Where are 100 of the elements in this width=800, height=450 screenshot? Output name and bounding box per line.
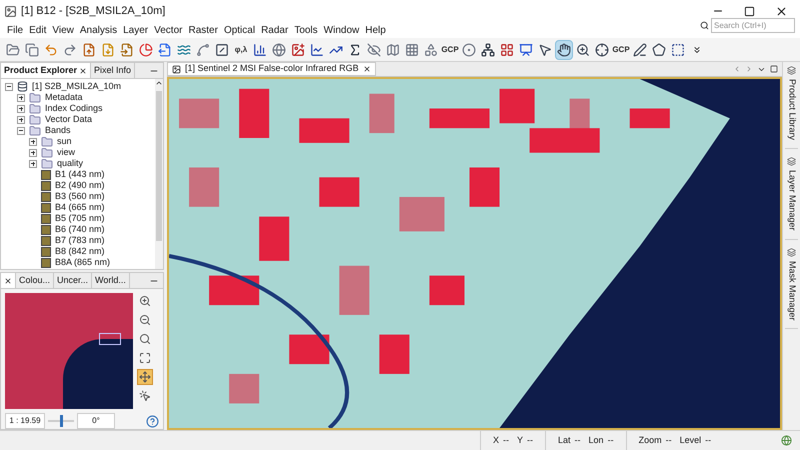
tree-item[interactable]: B2 (490 nm) <box>55 181 105 190</box>
sigma-icon <box>348 42 362 56</box>
scrollbar[interactable] <box>155 79 163 269</box>
tree-item[interactable]: Bands <box>45 126 71 135</box>
navigation-button[interactable] <box>137 350 153 366</box>
map-icon <box>386 42 400 56</box>
close-icon[interactable] <box>4 276 12 284</box>
menu-item[interactable]: Radar <box>258 22 292 38</box>
menu-item[interactable]: Tools <box>291 22 321 38</box>
tab-label: World... <box>95 274 126 287</box>
side-tab[interactable]: Mask Manager <box>784 248 798 330</box>
folder-icon <box>41 136 53 148</box>
expand-toggle[interactable] <box>29 160 37 168</box>
menu-item[interactable]: Vector <box>151 22 186 38</box>
menu-item[interactable]: View <box>49 22 77 38</box>
maximize-icon[interactable] <box>744 6 755 16</box>
collapse-toggle[interactable] <box>17 126 25 134</box>
search-icon <box>700 21 709 30</box>
tree-item[interactable]: Vector Data <box>45 115 92 124</box>
expand-toggle[interactable] <box>29 138 37 146</box>
grid-layout-icon <box>500 42 514 56</box>
tree-item[interactable]: B6 (740 nm) <box>55 225 105 234</box>
slider-thumb[interactable] <box>60 415 63 427</box>
tree-item[interactable]: B7 (783 nm) <box>55 236 105 245</box>
navigation-button[interactable] <box>137 388 153 404</box>
document-tab[interactable]: [1] Sentinel 2 MSI False-color Infrared RGB <box>167 62 376 76</box>
zoom-out-icon <box>139 314 151 326</box>
navigation-button[interactable] <box>137 293 153 309</box>
toolbar-button[interactable]: GCP <box>612 40 630 60</box>
pointer-icon <box>538 42 552 56</box>
eye-off-icon <box>367 42 381 56</box>
menu-item[interactable]: Analysis <box>76 22 120 38</box>
file-icon <box>120 42 134 56</box>
tree-item[interactable]: B8A (865 nm) <box>55 258 110 267</box>
undo-icon <box>44 42 58 56</box>
toolbar-button[interactable] <box>555 40 573 60</box>
tree-item[interactable]: [1] S2B_MSIL2A_10m <box>32 82 122 91</box>
wave-icon <box>177 42 191 56</box>
search-field[interactable]: Search (Ctrl+I) <box>711 18 795 33</box>
menu-item[interactable]: Layer <box>120 22 152 38</box>
shapes-icon <box>424 42 438 56</box>
panel-tab[interactable]: Colou... <box>16 273 54 288</box>
tree-item[interactable]: B8 (842 nm) <box>55 247 105 256</box>
navigation-button[interactable] <box>137 312 153 328</box>
expand-toggle[interactable] <box>17 94 25 102</box>
selection-icon <box>671 42 685 56</box>
zoom-pixel-icon <box>139 333 151 345</box>
tree-item[interactable]: B4 (665 nm) <box>55 203 105 212</box>
scroll-up-icon[interactable] <box>155 79 163 87</box>
menu-item[interactable]: Raster <box>185 22 221 38</box>
zoom-in-icon <box>139 295 151 307</box>
scale-field[interactable]: 1 : 19.59 <box>5 413 45 429</box>
tree-item[interactable]: sun <box>57 137 72 146</box>
output-icon <box>158 42 172 56</box>
status-value: -- <box>705 434 712 447</box>
viewport-rectangle[interactable] <box>99 333 121 345</box>
angle-field[interactable]: 0° <box>77 413 115 429</box>
status-value: -- <box>574 434 581 447</box>
navigation-button[interactable] <box>137 331 153 347</box>
collapse-toggle[interactable] <box>5 82 13 90</box>
folder-icon <box>29 92 41 104</box>
menu-item[interactable]: Optical <box>220 22 258 38</box>
tree-item[interactable]: B3 (560 nm) <box>55 192 105 201</box>
pen-icon <box>633 42 647 56</box>
menu-item[interactable]: Edit <box>26 22 50 38</box>
scroll-left-icon[interactable] <box>733 65 741 73</box>
tree-item[interactable]: B1 (443 nm) <box>55 170 105 179</box>
menu-item[interactable]: Help <box>362 22 389 38</box>
tree-item[interactable]: Metadata <box>45 93 83 102</box>
close-icon[interactable] <box>79 66 88 74</box>
close-icon[interactable] <box>362 65 371 73</box>
navigation-button[interactable] <box>137 369 153 385</box>
panel-tab[interactable]: World... <box>92 273 130 288</box>
side-tab[interactable]: Layer Manager <box>784 157 798 240</box>
tree-item[interactable]: quality <box>57 159 84 168</box>
rotation-slider[interactable] <box>48 414 74 428</box>
toolbar-button[interactable]: GCP <box>441 40 459 60</box>
help-icon[interactable] <box>146 414 159 428</box>
tree-item[interactable]: B5 (705 nm) <box>55 214 105 223</box>
toolbar-button[interactable]: φ,λ <box>232 40 250 60</box>
globe-icon <box>781 435 792 446</box>
scroll-right-icon[interactable] <box>745 65 753 73</box>
tree-item[interactable]: view <box>57 148 76 157</box>
status-label: Y <box>517 434 524 447</box>
status-value: -- <box>527 434 534 447</box>
folder-icon <box>29 102 41 114</box>
side-tab[interactable]: Product Library <box>784 66 798 150</box>
spline-icon <box>196 42 210 56</box>
grid-icon <box>405 42 419 56</box>
menu-item[interactable]: File <box>4 22 26 38</box>
more-icon[interactable] <box>692 44 702 54</box>
expand-toggle[interactable] <box>17 116 25 124</box>
expand-toggle[interactable] <box>29 148 37 156</box>
tree-item[interactable]: Index Codings <box>45 104 103 113</box>
menu-item[interactable]: Window <box>320 22 362 38</box>
tab-label: Pixel Info <box>94 64 132 77</box>
copy-icon <box>25 42 39 56</box>
panel-tab[interactable]: Product Explorer <box>1 63 92 78</box>
expand-toggle[interactable] <box>17 104 25 112</box>
close-icon[interactable] <box>775 4 788 18</box>
